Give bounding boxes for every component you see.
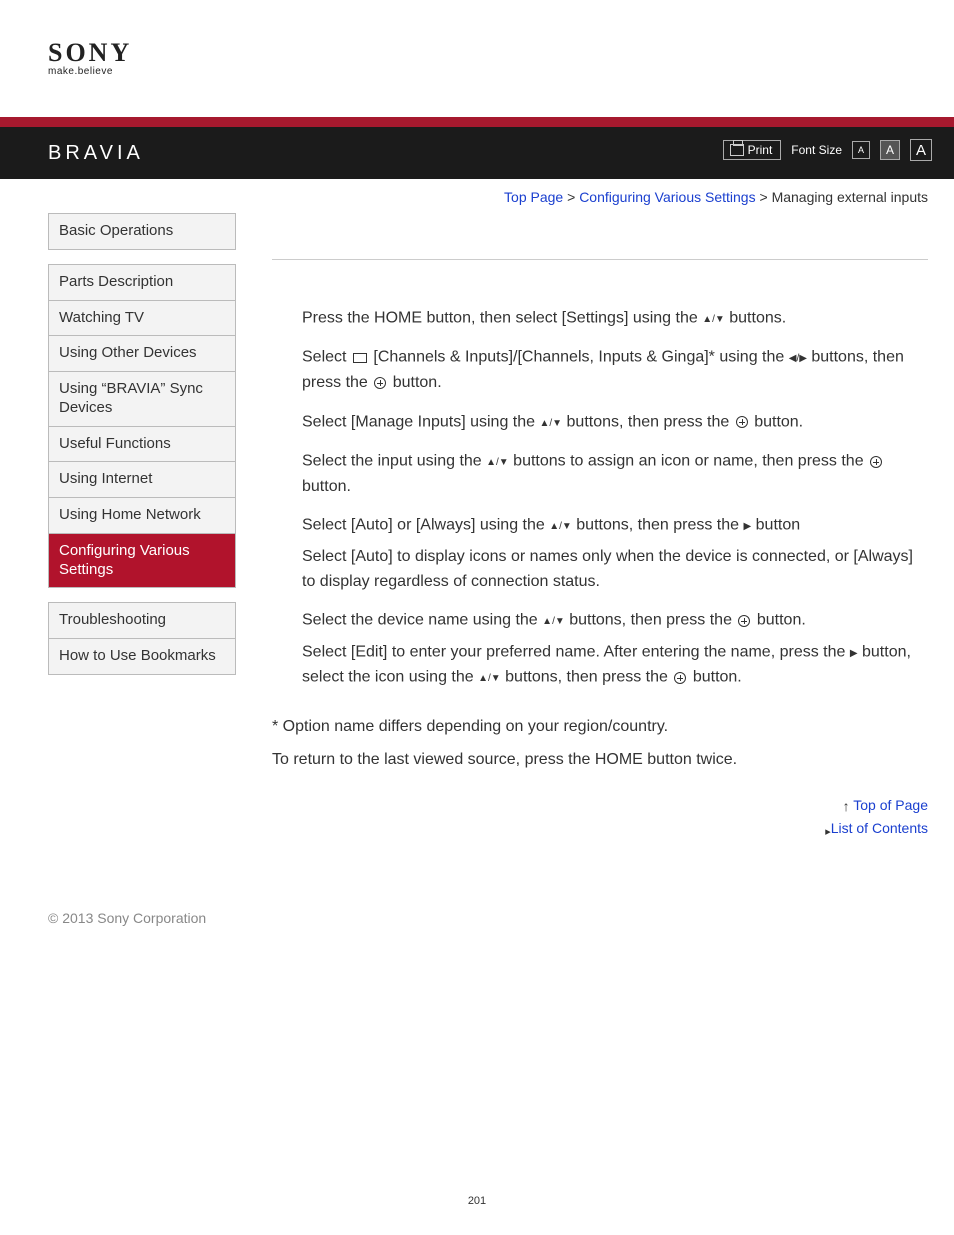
font-size-small-button[interactable]: A bbox=[852, 141, 870, 159]
step-1-text-b: buttons. bbox=[725, 310, 786, 327]
product-name: BRAVIA bbox=[48, 142, 144, 165]
print-icon bbox=[730, 144, 744, 156]
print-button[interactable]: Print bbox=[723, 140, 782, 160]
step-5: Select [Auto] or [Always] using the butt… bbox=[302, 513, 928, 538]
up-down-icon bbox=[549, 513, 572, 538]
step-2-text-b: [Channels & Inputs]/[Channels, Inputs & … bbox=[369, 349, 789, 366]
step-6-text-a: Select the device name using the bbox=[302, 612, 542, 629]
right-icon bbox=[850, 640, 858, 665]
breadcrumb-section[interactable]: Configuring Various Settings bbox=[579, 189, 755, 205]
nav-useful-functions[interactable]: Useful Functions bbox=[49, 427, 235, 463]
print-label: Print bbox=[748, 143, 773, 157]
nav-bravia-sync[interactable]: Using “BRAVIA” Sync Devices bbox=[49, 372, 235, 427]
step-4-text-c: button. bbox=[302, 478, 351, 495]
up-down-icon bbox=[542, 608, 565, 633]
nav-troubleshooting[interactable]: Troubleshooting bbox=[49, 603, 235, 639]
step-5-sub: Select [Auto] to display icons or names … bbox=[302, 545, 928, 595]
copyright: © 2013 Sony Corporation bbox=[48, 910, 206, 926]
breadcrumb-current: Managing external inputs bbox=[772, 189, 928, 205]
up-down-icon bbox=[478, 665, 501, 690]
steps: Press the HOME button, then select [Sett… bbox=[272, 306, 928, 691]
plus-icon bbox=[374, 377, 386, 389]
plus-icon bbox=[674, 672, 686, 684]
note-region: * Option name differs depending on your … bbox=[272, 713, 928, 740]
step-6-text-c: button. bbox=[752, 612, 805, 629]
nav-group-2: Parts Description Watching TV Using Othe… bbox=[48, 264, 236, 589]
nav-using-internet[interactable]: Using Internet bbox=[49, 462, 235, 498]
brand-header: SONY make.believe bbox=[0, 0, 954, 87]
step-1-text-a: Press the HOME button, then select [Sett… bbox=[302, 310, 702, 327]
step-4-text-a: Select the input using the bbox=[302, 453, 486, 470]
rect-icon bbox=[353, 353, 367, 363]
font-size-medium-button[interactable]: A bbox=[880, 140, 900, 160]
step-5-text-c: button bbox=[751, 517, 800, 534]
sidebar: Basic Operations Parts Description Watch… bbox=[48, 213, 236, 689]
step-6-sub: Select [Edit] to enter your preferred na… bbox=[302, 640, 928, 691]
content-divider bbox=[272, 259, 928, 260]
plus-icon bbox=[736, 416, 748, 428]
step-2: Select [Channels & Inputs]/[Channels, In… bbox=[302, 345, 928, 395]
sony-logo: SONY bbox=[48, 38, 954, 68]
main-content: Press the HOME button, then select [Sett… bbox=[272, 213, 928, 844]
breadcrumb-top[interactable]: Top Page bbox=[504, 189, 563, 205]
left-right-icon bbox=[789, 345, 807, 370]
nav-using-other-devices[interactable]: Using Other Devices bbox=[49, 336, 235, 372]
step-6-sub-a: Select [Edit] to enter your preferred na… bbox=[302, 643, 850, 660]
up-down-icon bbox=[702, 306, 725, 331]
up-down-icon bbox=[486, 449, 509, 474]
list-of-contents-link[interactable]: List of Contents bbox=[831, 820, 928, 836]
step-4: Select the input using the buttons to as… bbox=[302, 449, 928, 499]
step-2-text-a: Select bbox=[302, 349, 351, 366]
font-size-label: Font Size bbox=[791, 143, 842, 157]
step-5-text-a: Select [Auto] or [Always] using the bbox=[302, 517, 549, 534]
nav-basic-operations[interactable]: Basic Operations bbox=[49, 214, 235, 250]
toolbar: Print Font Size A A A bbox=[723, 139, 932, 161]
step-3-text-b: buttons, then press the bbox=[562, 413, 734, 430]
bottom-links: Top of Page List of Contents bbox=[272, 797, 928, 838]
up-arrow-icon bbox=[843, 798, 850, 814]
step-1: Press the HOME button, then select [Sett… bbox=[302, 306, 928, 331]
nav-configuring-settings[interactable]: Configuring Various Settings bbox=[49, 534, 235, 589]
top-of-page-link[interactable]: Top of Page bbox=[853, 797, 928, 813]
nav-using-home-network[interactable]: Using Home Network bbox=[49, 498, 235, 534]
step-6-sub-d: button. bbox=[688, 669, 741, 686]
step-6-text-b: buttons, then press the bbox=[565, 612, 737, 629]
step-4-text-b: buttons to assign an icon or name, then … bbox=[509, 453, 868, 470]
step-6-sub-c: buttons, then press the bbox=[501, 669, 673, 686]
breadcrumb-sep: > bbox=[563, 189, 579, 205]
up-down-icon bbox=[539, 410, 562, 435]
step-6: Select the device name using the buttons… bbox=[302, 608, 928, 633]
nav-parts-description[interactable]: Parts Description bbox=[49, 265, 235, 301]
nav-group-3: Troubleshooting How to Use Bookmarks bbox=[48, 602, 236, 675]
breadcrumb: Top Page > Configuring Various Settings … bbox=[0, 179, 954, 205]
sony-tagline: make.believe bbox=[48, 66, 954, 77]
page-number: 201 bbox=[0, 1195, 954, 1207]
step-3-text-a: Select [Manage Inputs] using the bbox=[302, 413, 539, 430]
product-bar: BRAVIA Print Font Size A A A bbox=[0, 127, 954, 179]
font-size-large-button[interactable]: A bbox=[910, 139, 932, 161]
step-5-text-b: buttons, then press the bbox=[572, 517, 744, 534]
nav-watching-tv[interactable]: Watching TV bbox=[49, 301, 235, 337]
plus-icon bbox=[870, 456, 882, 468]
step-3-text-c: button. bbox=[750, 413, 803, 430]
notes: * Option name differs depending on your … bbox=[272, 713, 928, 773]
step-3: Select [Manage Inputs] using the buttons… bbox=[302, 410, 928, 435]
breadcrumb-sep2: > bbox=[756, 189, 772, 205]
step-2-text-d: button. bbox=[388, 374, 441, 391]
nav-group-1: Basic Operations bbox=[48, 213, 236, 250]
nav-how-to-use-bookmarks[interactable]: How to Use Bookmarks bbox=[49, 639, 235, 675]
plus-icon bbox=[738, 615, 750, 627]
note-return: To return to the last viewed source, pre… bbox=[272, 746, 928, 773]
accent-bar bbox=[0, 117, 954, 127]
